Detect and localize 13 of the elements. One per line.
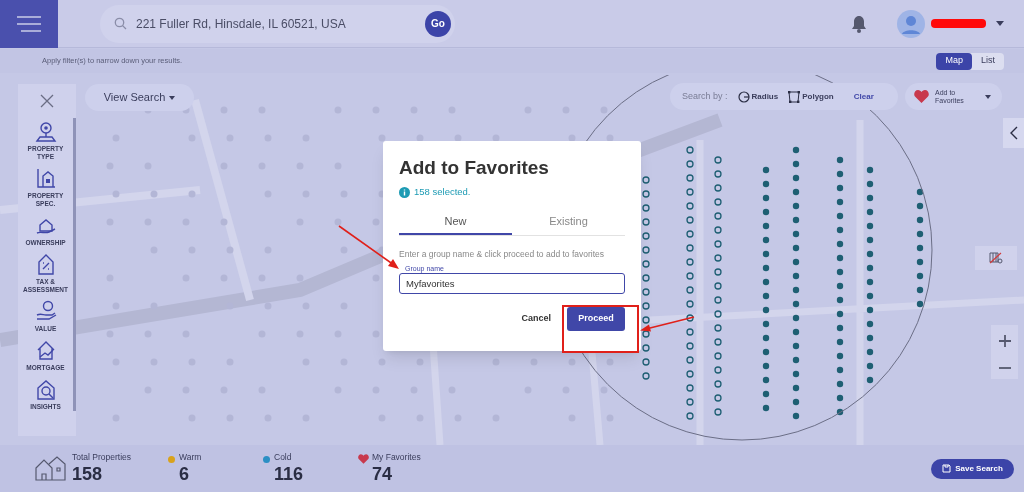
instruction-text: Enter a group name & click proceed to add to favorites [399,248,606,261]
stat-label: My Favorites [372,452,421,463]
stat-value: 6 [179,463,190,485]
stat-value: 74 [372,463,394,485]
dialog-title: Add to Favorites [399,157,550,179]
address-text: 221 Fuller Rd, Hinsdale, IL 60521, USA [136,15,347,33]
stat-value: 116 [274,463,304,485]
stat-label: Cold [274,452,293,463]
stat-label: Warm [179,452,202,463]
selected-count-text: 158 selected. [414,185,471,199]
stat-value: 158 [72,463,104,485]
stat-label: Total Properties [72,452,132,463]
search-by-label: Search by : [682,89,728,103]
